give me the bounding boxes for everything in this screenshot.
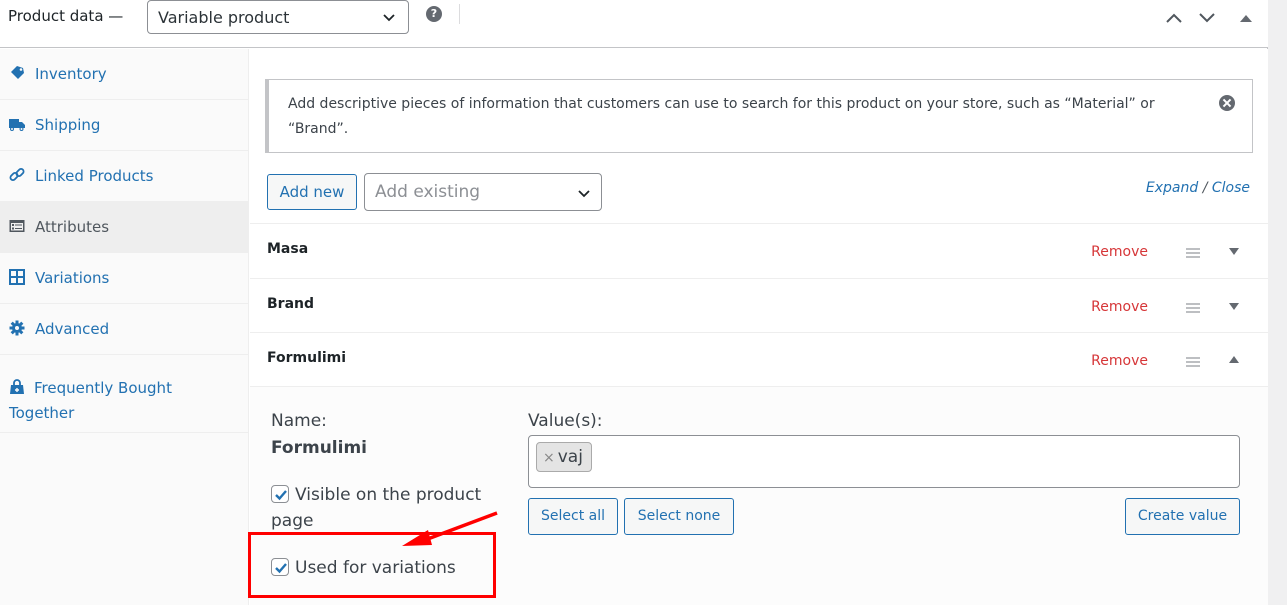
values-label: Value(s): [528, 411, 603, 431]
tab-label: Shipping [35, 116, 101, 134]
tab-label: Advanced [35, 320, 110, 338]
drag-handle-icon[interactable] [1186, 303, 1200, 313]
product-type-value: Variable product [158, 8, 290, 27]
close-circle-icon[interactable] [1219, 95, 1235, 111]
product-data-header: Product data — Variable product ? [0, 0, 1268, 48]
list-card-icon [9, 220, 25, 232]
name-label: Name: [271, 411, 327, 431]
product-data-title: Product data — [8, 7, 124, 25]
tab-advanced[interactable]: Advanced [0, 304, 248, 355]
tab-inventory[interactable]: Inventory [0, 49, 248, 100]
checkbox[interactable] [271, 485, 289, 503]
drag-handle-icon[interactable] [1186, 248, 1200, 258]
notice-text: Add descriptive pieces of information th… [288, 96, 1155, 137]
collapse-triangle-icon[interactable] [1228, 355, 1240, 365]
attribute-row[interactable]: Formulimi Remove [250, 332, 1268, 387]
product-data-panel: Product data — Variable product ? Invent… [0, 0, 1268, 605]
add-existing-placeholder: Add existing [375, 182, 481, 202]
tab-label: Variations [35, 269, 110, 287]
attributes-panel: Add descriptive pieces of information th… [250, 49, 1268, 605]
tab-frequently-bought-together[interactable]: Frequently Bought Together [0, 355, 248, 433]
tab-label: Attributes [35, 218, 110, 236]
tab-linked-products[interactable]: Linked Products [0, 151, 248, 202]
close-link[interactable]: Close [1212, 180, 1250, 196]
checkbox[interactable] [271, 558, 289, 576]
create-value-button[interactable]: Create value [1125, 498, 1240, 535]
expand-close-links: Expand / Close [1146, 180, 1250, 196]
checkmark-icon [275, 563, 287, 574]
add-existing-select[interactable]: Add existing [364, 173, 602, 211]
remove-attribute-link[interactable]: Remove [1091, 299, 1148, 315]
grid-icon [9, 269, 25, 285]
remove-attribute-link[interactable]: Remove [1091, 353, 1148, 369]
checkbox-label: Used for variations [295, 558, 456, 578]
visible-on-product-page-checkbox[interactable]: Visible on the product page [271, 482, 511, 534]
chevron-down-icon [383, 14, 395, 22]
add-new-button[interactable]: Add new [267, 174, 357, 210]
product-type-select[interactable]: Variable product [147, 0, 409, 34]
attribute-name: Brand [267, 296, 315, 312]
select-none-button[interactable]: Select none [624, 498, 734, 535]
drag-handle-icon[interactable] [1186, 357, 1200, 367]
truck-icon [9, 119, 25, 131]
attribute-name: Masa [267, 241, 309, 257]
attribute-name-value: Formulimi [271, 438, 367, 458]
tag-icon [11, 66, 24, 79]
tab-label: Frequently Bought Together [9, 379, 172, 422]
collapse-triangle-icon[interactable] [1236, 10, 1256, 26]
question-circle-icon[interactable]: ? [426, 6, 442, 22]
expand-triangle-icon[interactable] [1228, 301, 1240, 311]
values-multiselect[interactable]: × vaj [528, 435, 1240, 488]
tab-attributes[interactable]: Attributes [0, 202, 248, 253]
tab-variations[interactable]: Variations [0, 253, 248, 304]
move-down-icon[interactable] [1197, 10, 1217, 26]
expand-link[interactable]: Expand [1146, 180, 1198, 196]
link-separator: / [1202, 180, 1208, 196]
gear-icon [9, 320, 25, 336]
used-for-variations-checkbox[interactable]: Used for variations [271, 555, 456, 581]
header-divider [459, 4, 460, 24]
move-up-icon[interactable] [1164, 10, 1184, 26]
product-data-tabs: Inventory Shipping Linked Products Attri… [0, 49, 249, 605]
tag-label: vaj [557, 447, 583, 467]
link-icon [9, 168, 25, 181]
expand-triangle-icon[interactable] [1228, 246, 1240, 256]
tab-label: Linked Products [35, 167, 154, 185]
attribute-name: Formulimi [267, 350, 347, 366]
attribute-row[interactable]: Brand Remove [250, 278, 1268, 333]
checkbox-label: Visible on the product page [271, 485, 482, 531]
info-notice: Add descriptive pieces of information th… [265, 79, 1253, 153]
attribute-details: Name: Formulimi Visible on the product p… [250, 386, 1268, 605]
shopping-bag-icon [10, 379, 24, 394]
select-all-button[interactable]: Select all [528, 498, 618, 535]
checkmark-icon [275, 490, 287, 501]
tab-label: Inventory [35, 65, 107, 83]
remove-tag-icon[interactable]: × [543, 450, 555, 466]
chevron-down-icon [578, 190, 590, 198]
remove-attribute-link[interactable]: Remove [1091, 244, 1148, 260]
value-tag: × vaj [536, 442, 592, 472]
attribute-row[interactable]: Masa Remove [250, 223, 1268, 278]
tab-shipping[interactable]: Shipping [0, 100, 248, 151]
